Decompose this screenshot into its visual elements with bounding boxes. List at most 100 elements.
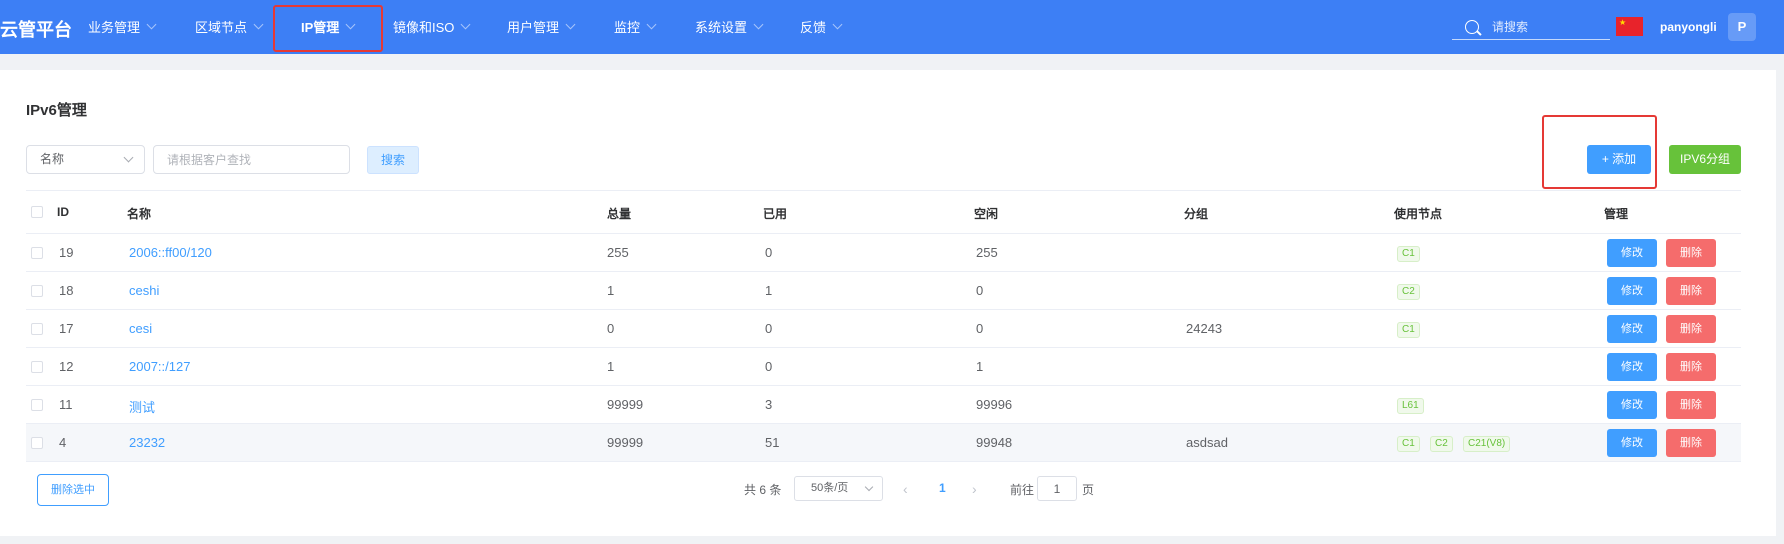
cell-free: 255 xyxy=(976,245,998,260)
chevron-right-icon[interactable]: › xyxy=(972,481,977,497)
cell-used: 1 xyxy=(765,283,773,298)
edit-button[interactable]: 修改 xyxy=(1607,315,1657,343)
select-all-checkbox[interactable] xyxy=(31,206,43,218)
cell-name-link[interactable]: 测试 xyxy=(129,397,155,416)
delete-button[interactable]: 删除 xyxy=(1666,391,1716,419)
filter-field-value: 名称 xyxy=(40,152,65,166)
global-search[interactable] xyxy=(1452,14,1610,40)
goto-page-input[interactable] xyxy=(1037,476,1077,501)
column-header-total[interactable]: 总量 xyxy=(607,205,631,222)
table-row: 18 ceshi 1 1 0 C2 修改 删除 xyxy=(26,272,1741,310)
cell-id: 4 xyxy=(59,435,67,450)
cell-name-link[interactable]: 2007::/127 xyxy=(129,359,190,374)
nav-label: 镜像和ISO xyxy=(393,20,455,35)
nav-item-image-iso[interactable]: 镜像和ISO xyxy=(393,0,471,54)
chevron-down-icon xyxy=(864,482,874,492)
nav-item-monitoring[interactable]: 监控 xyxy=(614,0,657,54)
chevron-down-icon xyxy=(253,19,264,30)
column-header-group[interactable]: 分组 xyxy=(1184,205,1208,222)
highlight-box-add xyxy=(1542,115,1657,189)
delete-button[interactable]: 删除 xyxy=(1666,277,1716,305)
row-checkbox[interactable] xyxy=(31,437,43,449)
node-tag: C2 xyxy=(1397,284,1420,300)
row-checkbox[interactable] xyxy=(31,285,43,297)
node-tag: L61 xyxy=(1397,398,1424,414)
chevron-left-icon[interactable]: ‹ xyxy=(903,481,908,497)
cell-total: 99999 xyxy=(607,435,644,450)
cell-id: 17 xyxy=(59,321,74,336)
edit-button[interactable]: 修改 xyxy=(1607,353,1657,381)
page-suffix-label: 页 xyxy=(1082,483,1095,497)
cell-free: 0 xyxy=(976,283,984,298)
delete-button[interactable]: 删除 xyxy=(1666,315,1716,343)
node-tag: C2 xyxy=(1430,436,1453,452)
table-row: 12 2007::/127 1 0 1 修改 删除 xyxy=(26,348,1741,386)
global-search-input[interactable] xyxy=(1492,17,1602,37)
nav-label: 区域节点 xyxy=(195,20,248,35)
toolbar-divider xyxy=(26,190,1741,191)
row-checkbox[interactable] xyxy=(31,399,43,411)
node-tag: C1 xyxy=(1397,246,1420,262)
nav-label: 用户管理 xyxy=(507,20,560,35)
nav-item-feedback[interactable]: 反馈 xyxy=(800,0,843,54)
table-row: 17 cesi 0 0 0 24243 C1 修改 删除 xyxy=(26,310,1741,348)
chevron-down-icon xyxy=(832,19,843,30)
china-flag-icon[interactable]: ★ xyxy=(1616,17,1643,36)
nav-item-user-management[interactable]: 用户管理 xyxy=(507,0,576,54)
current-page-number[interactable]: 1 xyxy=(939,481,946,495)
ipv6-group-button[interactable]: IPV6分组 xyxy=(1669,145,1741,174)
delete-selected-button[interactable]: 删除选中 xyxy=(37,474,109,506)
delete-button[interactable]: 删除 xyxy=(1666,353,1716,381)
cell-id: 12 xyxy=(59,359,74,374)
cell-free: 99996 xyxy=(976,397,1013,412)
row-checkbox[interactable] xyxy=(31,247,43,259)
brand-logo[interactable]: 云管平台 xyxy=(0,16,72,42)
chevron-down-icon xyxy=(146,19,157,30)
column-header-free[interactable]: 空闲 xyxy=(974,205,998,222)
edit-button[interactable]: 修改 xyxy=(1607,391,1657,419)
cell-total: 99999 xyxy=(607,397,644,412)
chevron-down-icon xyxy=(460,19,471,30)
search-button[interactable]: 搜索 xyxy=(367,146,419,174)
cell-name-link[interactable]: cesi xyxy=(129,321,152,336)
page-title: IPv6管理 xyxy=(26,102,87,119)
customer-search-input[interactable] xyxy=(153,145,350,174)
avatar[interactable]: P xyxy=(1728,13,1756,41)
cell-total: 1 xyxy=(607,359,615,374)
nav-label: 监控 xyxy=(614,20,641,35)
nav-item-business[interactable]: 业务管理 xyxy=(88,0,157,54)
nav-item-region-nodes[interactable]: 区域节点 xyxy=(195,0,264,54)
username-label[interactable]: panyongli xyxy=(1660,20,1717,34)
cell-total: 255 xyxy=(607,245,629,260)
cell-used: 0 xyxy=(765,245,773,260)
cell-free: 99948 xyxy=(976,435,1013,450)
cell-used: 51 xyxy=(765,435,780,450)
cell-name-link[interactable]: ceshi xyxy=(129,283,159,298)
edit-button[interactable]: 修改 xyxy=(1607,429,1657,457)
cell-group: 24243 xyxy=(1186,321,1223,336)
cell-used: 0 xyxy=(765,359,773,374)
nav-item-system-settings[interactable]: 系统设置 xyxy=(695,0,764,54)
column-header-used[interactable]: 已用 xyxy=(763,205,787,222)
edit-button[interactable]: 修改 xyxy=(1607,239,1657,267)
search-icon[interactable] xyxy=(1465,20,1479,34)
cell-name-link[interactable]: 23232 xyxy=(129,435,165,450)
delete-button[interactable]: 删除 xyxy=(1666,429,1716,457)
edit-button[interactable]: 修改 xyxy=(1607,277,1657,305)
delete-button[interactable]: 删除 xyxy=(1666,239,1716,267)
column-header-nodes[interactable]: 使用节点 xyxy=(1394,205,1442,222)
cell-name-link[interactable]: 2006::ff00/120 xyxy=(129,245,212,260)
cell-total: 1 xyxy=(607,283,615,298)
cell-total: 0 xyxy=(607,321,615,336)
page-size-select[interactable]: 50条/页 xyxy=(794,476,883,501)
cell-id: 18 xyxy=(59,283,74,298)
column-header-name[interactable]: 名称 xyxy=(127,205,151,222)
row-checkbox[interactable] xyxy=(31,323,43,335)
table-row: 11 测试 99999 3 99996 L61 修改 删除 xyxy=(26,386,1741,424)
table-row: 19 2006::ff00/120 255 0 255 C1 修改 删除 xyxy=(26,234,1741,272)
filter-field-select[interactable]: 名称 xyxy=(26,145,145,174)
column-header-id[interactable]: ID xyxy=(57,205,69,219)
row-checkbox[interactable] xyxy=(31,361,43,373)
page-size-value: 50条/页 xyxy=(811,482,849,494)
pagination-total: 共 6 条 xyxy=(744,483,782,497)
